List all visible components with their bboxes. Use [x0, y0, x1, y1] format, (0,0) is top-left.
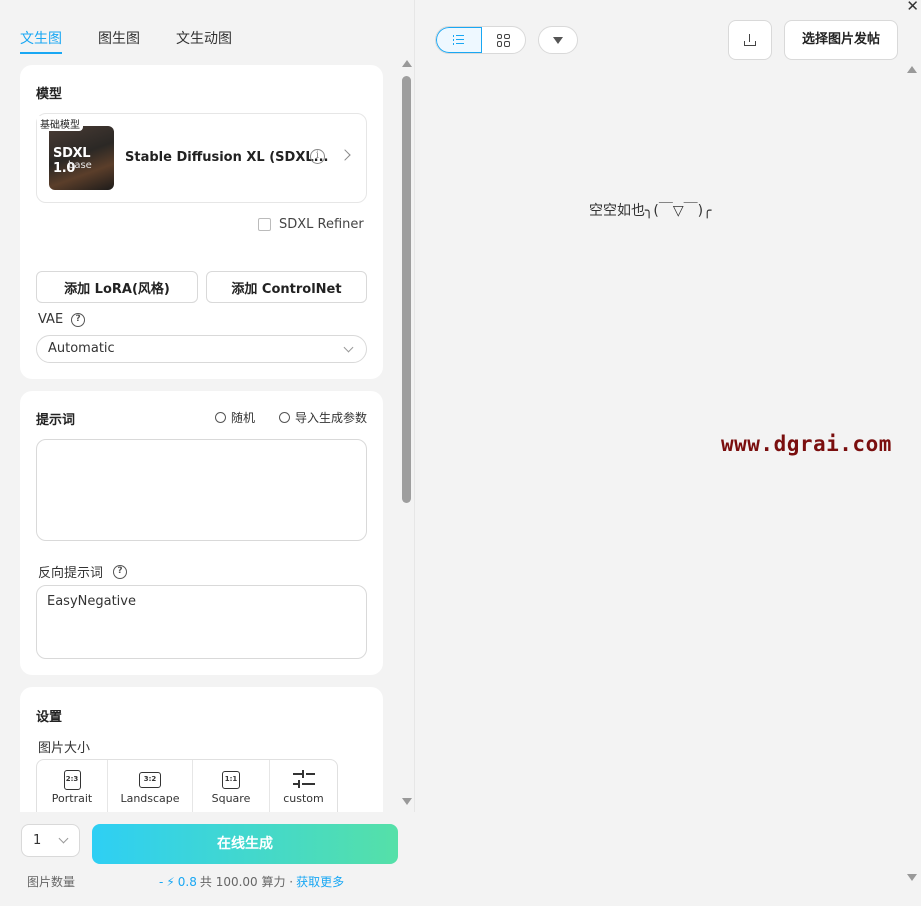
size-option-square[interactable]: 1:1 Square — [193, 760, 270, 813]
scroll-up-arrow[interactable] — [402, 60, 412, 67]
quantity-label: 图片数量 — [27, 875, 76, 889]
model-card: 模型 SDXL 1.0 base 基础模型 Stable Diffusion X… — [20, 65, 383, 379]
prompt-card-title: 提示词 — [36, 413, 76, 428]
vae-value: Automatic — [48, 341, 115, 356]
size-option-landscape[interactable]: 3:2 Landscape — [108, 760, 193, 813]
vae-select[interactable]: Automatic — [36, 335, 367, 363]
negative-label: 反向提示词 — [38, 566, 104, 581]
grid-icon — [496, 33, 510, 47]
refiner-checkbox[interactable] — [258, 218, 271, 231]
chevron-down-icon — [343, 342, 354, 353]
random-label: 随机 — [231, 411, 256, 425]
negative-label-row: 反向提示词 ? — [38, 562, 128, 581]
scroll-down-arrow[interactable] — [402, 798, 412, 805]
cost-prefix: - — [159, 874, 164, 889]
size-label: Portrait — [51, 792, 93, 805]
prompt-card: 提示词 随机 导入生成参数 反向提示词 ? EasyNegative — [20, 391, 383, 675]
add-lora-button[interactable]: 添加 LoRA(风格) — [36, 271, 198, 303]
watermark: www.dgrai.com — [721, 432, 892, 456]
import-icon — [279, 412, 290, 423]
quantity-select[interactable]: 1 — [21, 824, 80, 857]
chevron-right-icon — [339, 149, 351, 161]
import-params-button[interactable]: 导入生成参数 — [279, 409, 367, 426]
quantity-value: 1 — [33, 833, 42, 848]
base-model-tag: 基础模型 — [37, 116, 83, 131]
sliders-icon — [292, 770, 315, 790]
thumb-subtitle: base — [68, 160, 92, 171]
sdxl-refiner-option[interactable]: SDXL Refiner — [258, 217, 364, 232]
list-icon — [452, 35, 465, 45]
size-option-portrait[interactable]: 2:3 Portrait — [37, 760, 108, 813]
right-panel: 选择图片发帖 空空如也╮(￣▽￣)╭ www.dgrai.com — [415, 0, 921, 906]
add-controlnet-button[interactable]: 添加 ControlNet — [206, 271, 367, 303]
list-view-button[interactable] — [436, 27, 482, 53]
help-icon[interactable]: ? — [113, 564, 128, 579]
right-scrollbar[interactable] — [906, 66, 918, 881]
cost-value: 0.8 — [177, 874, 197, 889]
filter-button[interactable] — [538, 26, 578, 54]
import-label: 导入生成参数 — [295, 411, 368, 425]
portrait-ratio-icon: 2:3 — [63, 770, 81, 790]
total-credits: 共 100.00 算力 · — [199, 875, 294, 889]
grid-view-button[interactable] — [482, 27, 526, 53]
square-ratio-icon: 1:1 — [222, 771, 240, 789]
size-label: Square — [211, 792, 251, 805]
model-thumbnail: SDXL 1.0 base — [49, 126, 114, 190]
model-card-title: 模型 — [36, 87, 63, 102]
credit-info: - ⚡ 0.8 共 100.00 算力 · 获取更多 — [159, 873, 344, 890]
tab-image-to-image[interactable]: 图生图 — [98, 28, 140, 54]
view-toggle — [435, 26, 526, 54]
refiner-label: SDXL Refiner — [279, 217, 364, 232]
empty-state-text: 空空如也╮(￣▽￣)╭ — [589, 203, 712, 219]
scroll-up-arrow[interactable] — [907, 66, 917, 73]
random-button[interactable]: 随机 — [215, 409, 255, 426]
dice-icon — [215, 412, 226, 423]
image-size-label: 图片大小 — [38, 741, 91, 756]
chevron-down-icon — [58, 833, 69, 844]
size-label: custom — [283, 792, 324, 805]
prompt-input[interactable] — [36, 439, 367, 541]
select-image-post-button[interactable]: 选择图片发帖 — [784, 20, 898, 60]
info-icon[interactable]: i — [310, 149, 325, 164]
mode-tabs: 文生图 图生图 文生动图 — [20, 28, 232, 54]
vae-label-row: VAE ? — [38, 312, 86, 327]
vae-label: VAE — [38, 312, 64, 327]
get-more-link[interactable]: 获取更多 — [296, 873, 344, 890]
scroll-down-arrow[interactable] — [907, 874, 917, 881]
landscape-ratio-icon: 3:2 — [139, 772, 161, 788]
download-icon — [744, 34, 756, 46]
generate-bar: 1 在线生成 图片数量 - ⚡ 0.8 共 100.00 算力 · 获取更多 — [0, 812, 415, 906]
scroll-thumb[interactable] — [402, 76, 411, 503]
model-name: Stable Diffusion XL (SDXL... — [125, 150, 329, 165]
settings-card-title: 设置 — [36, 710, 63, 725]
filter-icon — [553, 36, 563, 44]
negative-prompt-input[interactable]: EasyNegative — [36, 585, 367, 659]
model-selector[interactable]: SDXL 1.0 base 基础模型 Stable Diffusion XL (… — [36, 113, 367, 203]
left-panel: 文生图 图生图 文生动图 模型 SDXL 1.0 base 基础模型 Stabl… — [0, 0, 415, 906]
download-button[interactable] — [728, 20, 772, 60]
lightning-icon: ⚡ — [166, 874, 175, 889]
left-scrollbar[interactable] — [401, 60, 413, 805]
tab-text-to-image[interactable]: 文生图 — [20, 28, 62, 54]
image-size-options: 2:3 Portrait 3:2 Landscape 1:1 Square cu… — [36, 759, 338, 813]
tab-text-to-animation[interactable]: 文生动图 — [176, 28, 232, 54]
settings-card: 设置 图片大小 2:3 Portrait 3:2 Landscape 1:1 S… — [20, 687, 383, 813]
size-option-custom[interactable]: custom — [270, 760, 337, 813]
size-label: Landscape — [120, 792, 180, 805]
generate-button[interactable]: 在线生成 — [92, 824, 398, 864]
help-icon[interactable]: ? — [71, 312, 86, 327]
